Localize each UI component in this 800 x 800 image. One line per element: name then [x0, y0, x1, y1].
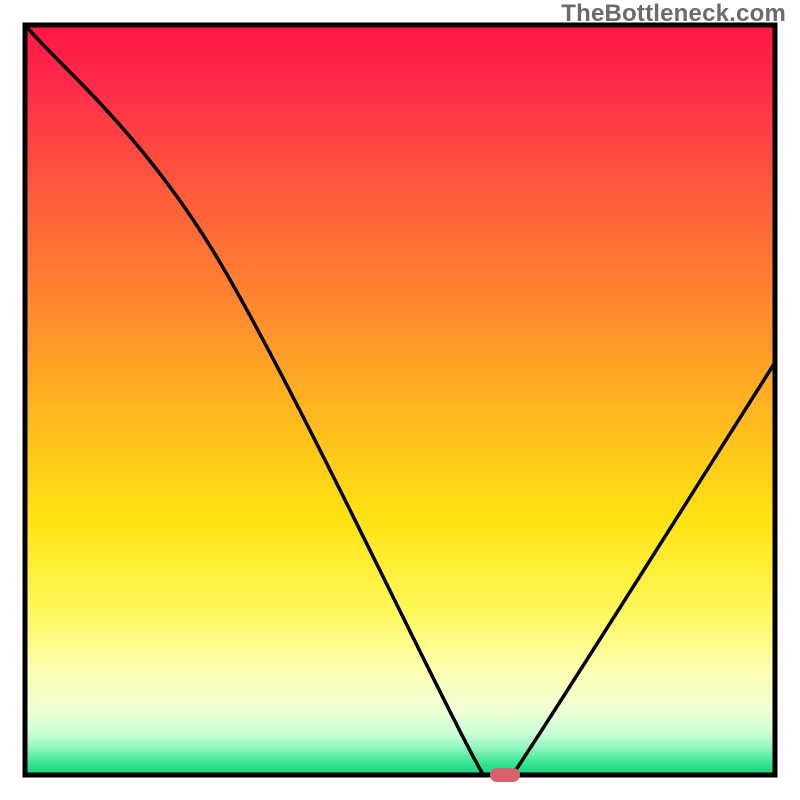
gradient-background: [25, 25, 775, 775]
watermark-text: TheBottleneck.com: [561, 0, 786, 28]
chart-svg: [0, 0, 800, 800]
bottleneck-chart: TheBottleneck.com: [0, 0, 800, 800]
optimum-marker: [490, 768, 520, 782]
